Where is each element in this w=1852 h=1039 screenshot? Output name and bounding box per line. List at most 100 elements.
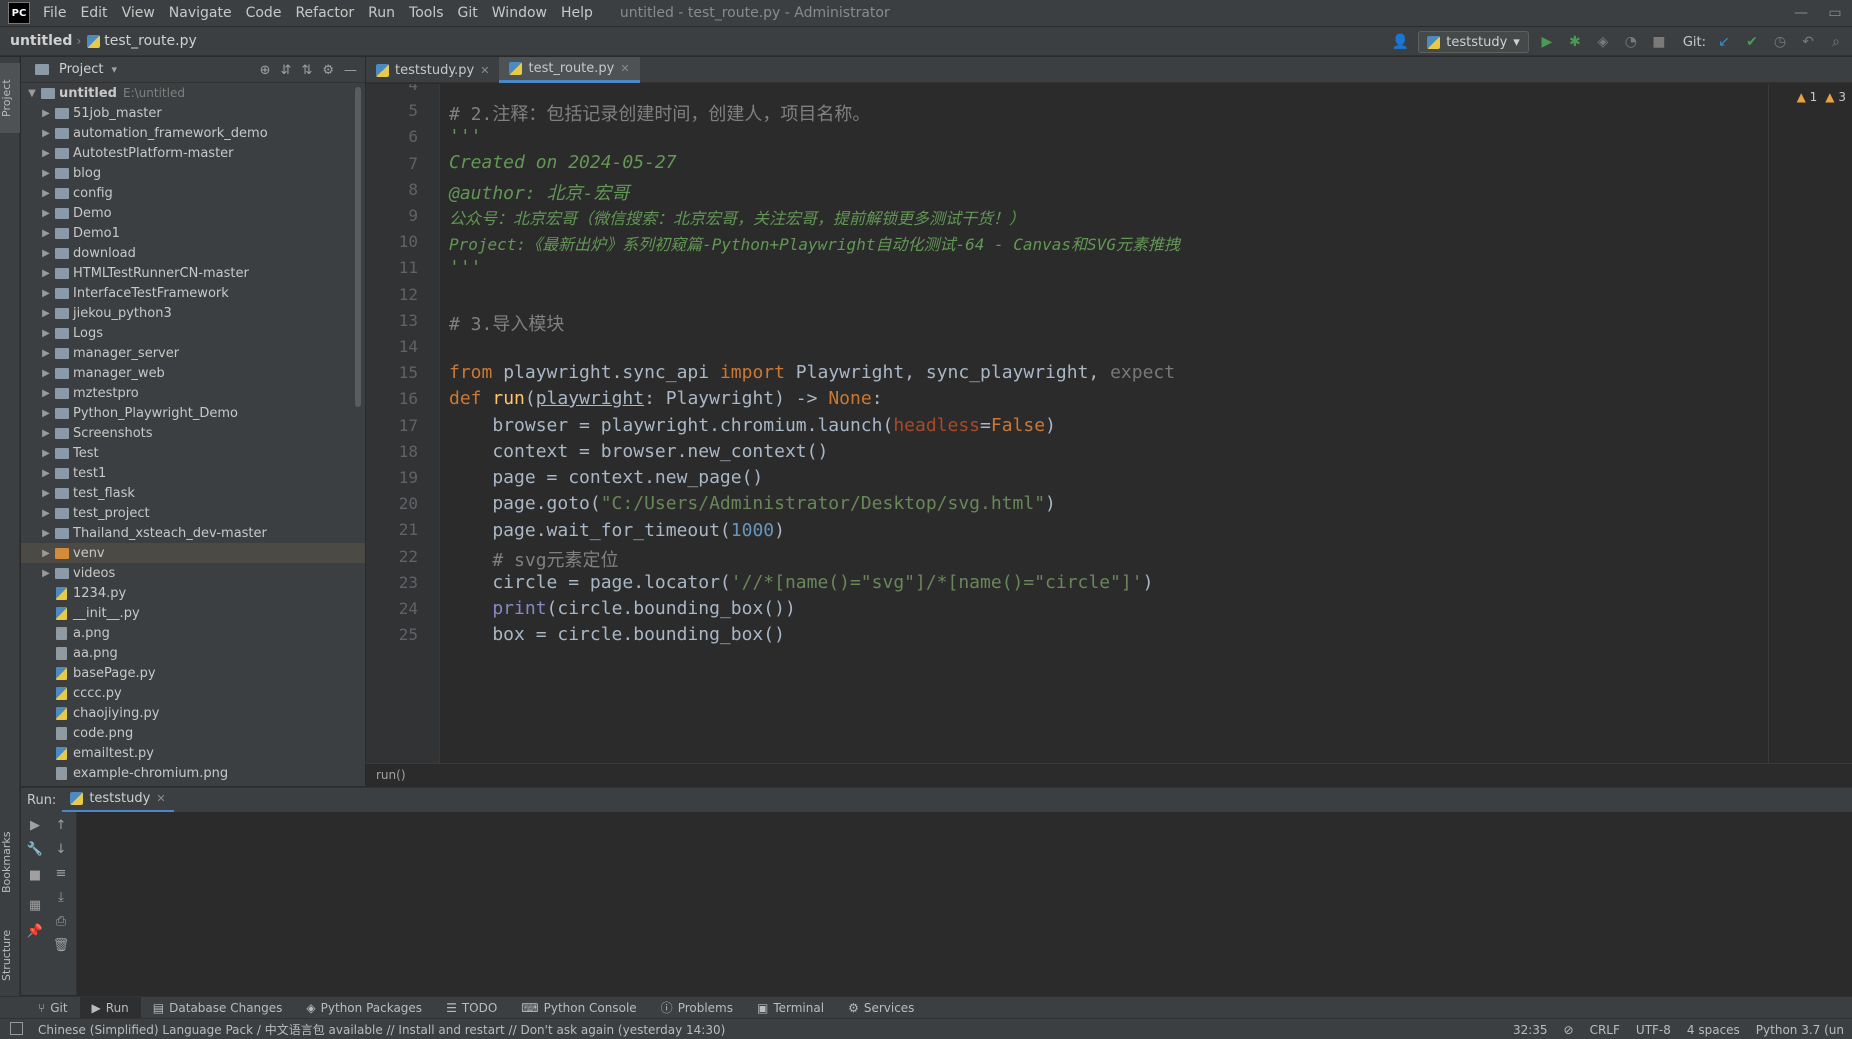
tree-folder[interactable]: ▶ automation_framework_demo	[21, 123, 365, 143]
menu-code[interactable]: Code	[239, 0, 289, 26]
down-arrow-icon[interactable]: ↓	[51, 842, 71, 862]
tree-folder[interactable]: ▶ download	[21, 243, 365, 263]
menu-help[interactable]: Help	[554, 0, 600, 26]
no-highlight-icon[interactable]: ⊘	[1564, 1023, 1574, 1037]
menu-window[interactable]: Window	[485, 0, 554, 26]
tree-folder[interactable]: ▶ test1	[21, 463, 365, 483]
bottom-tab-services[interactable]: ⚙ Services	[836, 997, 926, 1019]
user-icon[interactable]: 👤	[1390, 32, 1410, 52]
tree-file[interactable]: chaojiying.py	[21, 703, 365, 723]
menu-navigate[interactable]: Navigate	[162, 0, 239, 26]
chevron-right-icon[interactable]: ▶	[39, 368, 53, 379]
up-arrow-icon[interactable]: ↑	[51, 818, 71, 838]
menu-refactor[interactable]: Refactor	[288, 0, 361, 26]
profile-icon[interactable]: ◔	[1621, 32, 1641, 52]
chevron-right-icon[interactable]: ▶	[39, 188, 53, 199]
close-icon[interactable]: ✕	[156, 792, 165, 805]
code-editor[interactable]: 4 5 6 7 8 9 10 11 12 13 14 15 16 17 18 19 20 21 22 23 24 25 ▲…	[366, 84, 1852, 763]
collapse-all-icon[interactable]: ⇅	[301, 63, 312, 78]
tree-folder[interactable]: ▶ manager_web	[21, 363, 365, 383]
breadcrumb-file[interactable]: test_route.py	[100, 33, 201, 49]
git-rollback-icon[interactable]: ↶	[1798, 32, 1818, 52]
stop-icon[interactable]: ■	[1649, 32, 1669, 52]
wrench-icon[interactable]: 🔧	[25, 842, 45, 862]
tab-test-route[interactable]: test_route.py ✕	[499, 57, 640, 83]
line-separator[interactable]: CRLF	[1590, 1023, 1620, 1037]
bookmarks-tool-tab[interactable]: Bookmarks	[0, 817, 20, 907]
tree-folder[interactable]: ▶ blog	[21, 163, 365, 183]
bottom-tab-terminal[interactable]: ▣ Terminal	[745, 997, 836, 1019]
chevron-right-icon[interactable]: ▶	[39, 348, 53, 359]
rerun-icon[interactable]: ▶	[25, 818, 45, 838]
breadcrumb-project[interactable]: untitled	[0, 33, 76, 49]
soft-wrap-icon[interactable]: ≡	[51, 866, 71, 886]
chevron-right-icon[interactable]: ▶	[39, 268, 53, 279]
trash-icon[interactable]: 🗑	[51, 938, 71, 958]
minimize-icon[interactable]: —	[1784, 0, 1818, 26]
locate-icon[interactable]: ⊕	[260, 63, 271, 78]
editor-breadcrumb[interactable]: run()	[366, 763, 1852, 786]
coverage-icon[interactable]: ◈	[1593, 32, 1613, 52]
chevron-right-icon[interactable]: ▶	[39, 288, 53, 299]
tree-file[interactable]: example-chromium.png	[21, 763, 365, 783]
project-scrollbar[interactable]	[355, 87, 361, 407]
tree-file[interactable]: code.png	[21, 723, 365, 743]
gear-icon[interactable]: ⚙	[322, 63, 334, 78]
menu-edit[interactable]: Edit	[73, 0, 114, 26]
bottom-tab-git[interactable]: ⑂ Git	[26, 997, 80, 1019]
layout-icon[interactable]: ▦	[25, 898, 45, 918]
bottom-tab-python-packages[interactable]: ◈ Python Packages	[294, 997, 434, 1019]
tree-file[interactable]: basePage.py	[21, 663, 365, 683]
tree-folder[interactable]: ▶ 51job_master	[21, 103, 365, 123]
run-console[interactable]: ▶ ↑ 🔧 ↓ ■ ≡ ⤓ ▦ ⎙ 📌 🗑	[21, 812, 1852, 995]
chevron-right-icon[interactable]: ▶	[39, 448, 53, 459]
run-icon[interactable]: ▶	[1537, 32, 1557, 52]
tree-folder[interactable]: ▶ Python_Playwright_Demo	[21, 403, 365, 423]
chevron-right-icon[interactable]: ▶	[39, 468, 53, 479]
git-update-icon[interactable]: ↙	[1714, 32, 1734, 52]
tree-folder[interactable]: ▶ Thailand_xsteach_dev-master	[21, 523, 365, 543]
tree-file[interactable]: cccc.py	[21, 683, 365, 703]
close-icon[interactable]: ✕	[480, 64, 489, 77]
bottom-tab-database-changes[interactable]: ▤ Database Changes	[141, 997, 295, 1019]
bottom-tab-problems[interactable]: ⓘ Problems	[649, 997, 745, 1019]
tab-teststudy[interactable]: teststudy.py ✕	[366, 57, 499, 83]
python-interpreter[interactable]: Python 3.7 (un	[1756, 1023, 1844, 1037]
git-commit-icon[interactable]: ✔	[1742, 32, 1762, 52]
debug-icon[interactable]: ✱	[1565, 32, 1585, 52]
menu-file[interactable]: File	[36, 0, 73, 26]
caret-position[interactable]: 32:35	[1513, 1023, 1548, 1037]
tree-folder[interactable]: ▶ mztestpro	[21, 383, 365, 403]
chevron-right-icon[interactable]: ▶	[39, 548, 53, 559]
chevron-right-icon[interactable]: ▶	[39, 228, 53, 239]
tree-folder[interactable]: ▶ jiekou_python3	[21, 303, 365, 323]
chevron-right-icon[interactable]: ▶	[39, 208, 53, 219]
project-panel-title[interactable]: Project	[59, 62, 103, 77]
chevron-right-icon[interactable]: ▶	[39, 488, 53, 499]
menu-tools[interactable]: Tools	[402, 0, 451, 26]
tree-folder[interactable]: ▶ config	[21, 183, 365, 203]
layout-toggle-icon[interactable]	[10, 1022, 23, 1035]
stop-icon[interactable]: ■	[25, 868, 45, 888]
tree-folder[interactable]: ▶ venv	[21, 543, 365, 563]
bottom-tab-todo[interactable]: ☰ TODO	[434, 997, 509, 1019]
chevron-right-icon[interactable]: ▶	[39, 428, 53, 439]
expand-all-icon[interactable]: ⇵	[281, 63, 292, 78]
tree-folder[interactable]: ▶ Demo1	[21, 223, 365, 243]
chevron-right-icon[interactable]: ▶	[39, 528, 53, 539]
print-icon[interactable]: ⎙	[51, 914, 71, 934]
tree-file[interactable]: 1234.py	[21, 583, 365, 603]
tree-folder[interactable]: ▶ manager_server	[21, 343, 365, 363]
tree-file[interactable]: a.png	[21, 623, 365, 643]
tree-file[interactable]: emailtest.py	[21, 743, 365, 763]
project-tool-tab[interactable]: Project	[0, 63, 20, 133]
bottom-tab-python-console[interactable]: ⌨ Python Console	[509, 997, 648, 1019]
search-icon[interactable]: ⌕	[1826, 32, 1846, 52]
tree-folder[interactable]: ▶ HTMLTestRunnerCN-master	[21, 263, 365, 283]
maximize-icon[interactable]: ▭	[1818, 0, 1852, 26]
menu-run[interactable]: Run	[361, 0, 402, 26]
tree-folder[interactable]: ▶ Screenshots	[21, 423, 365, 443]
tree-folder[interactable]: ▶ InterfaceTestFramework	[21, 283, 365, 303]
menu-git[interactable]: Git	[451, 0, 485, 26]
chevron-right-icon[interactable]: ▶	[39, 388, 53, 399]
